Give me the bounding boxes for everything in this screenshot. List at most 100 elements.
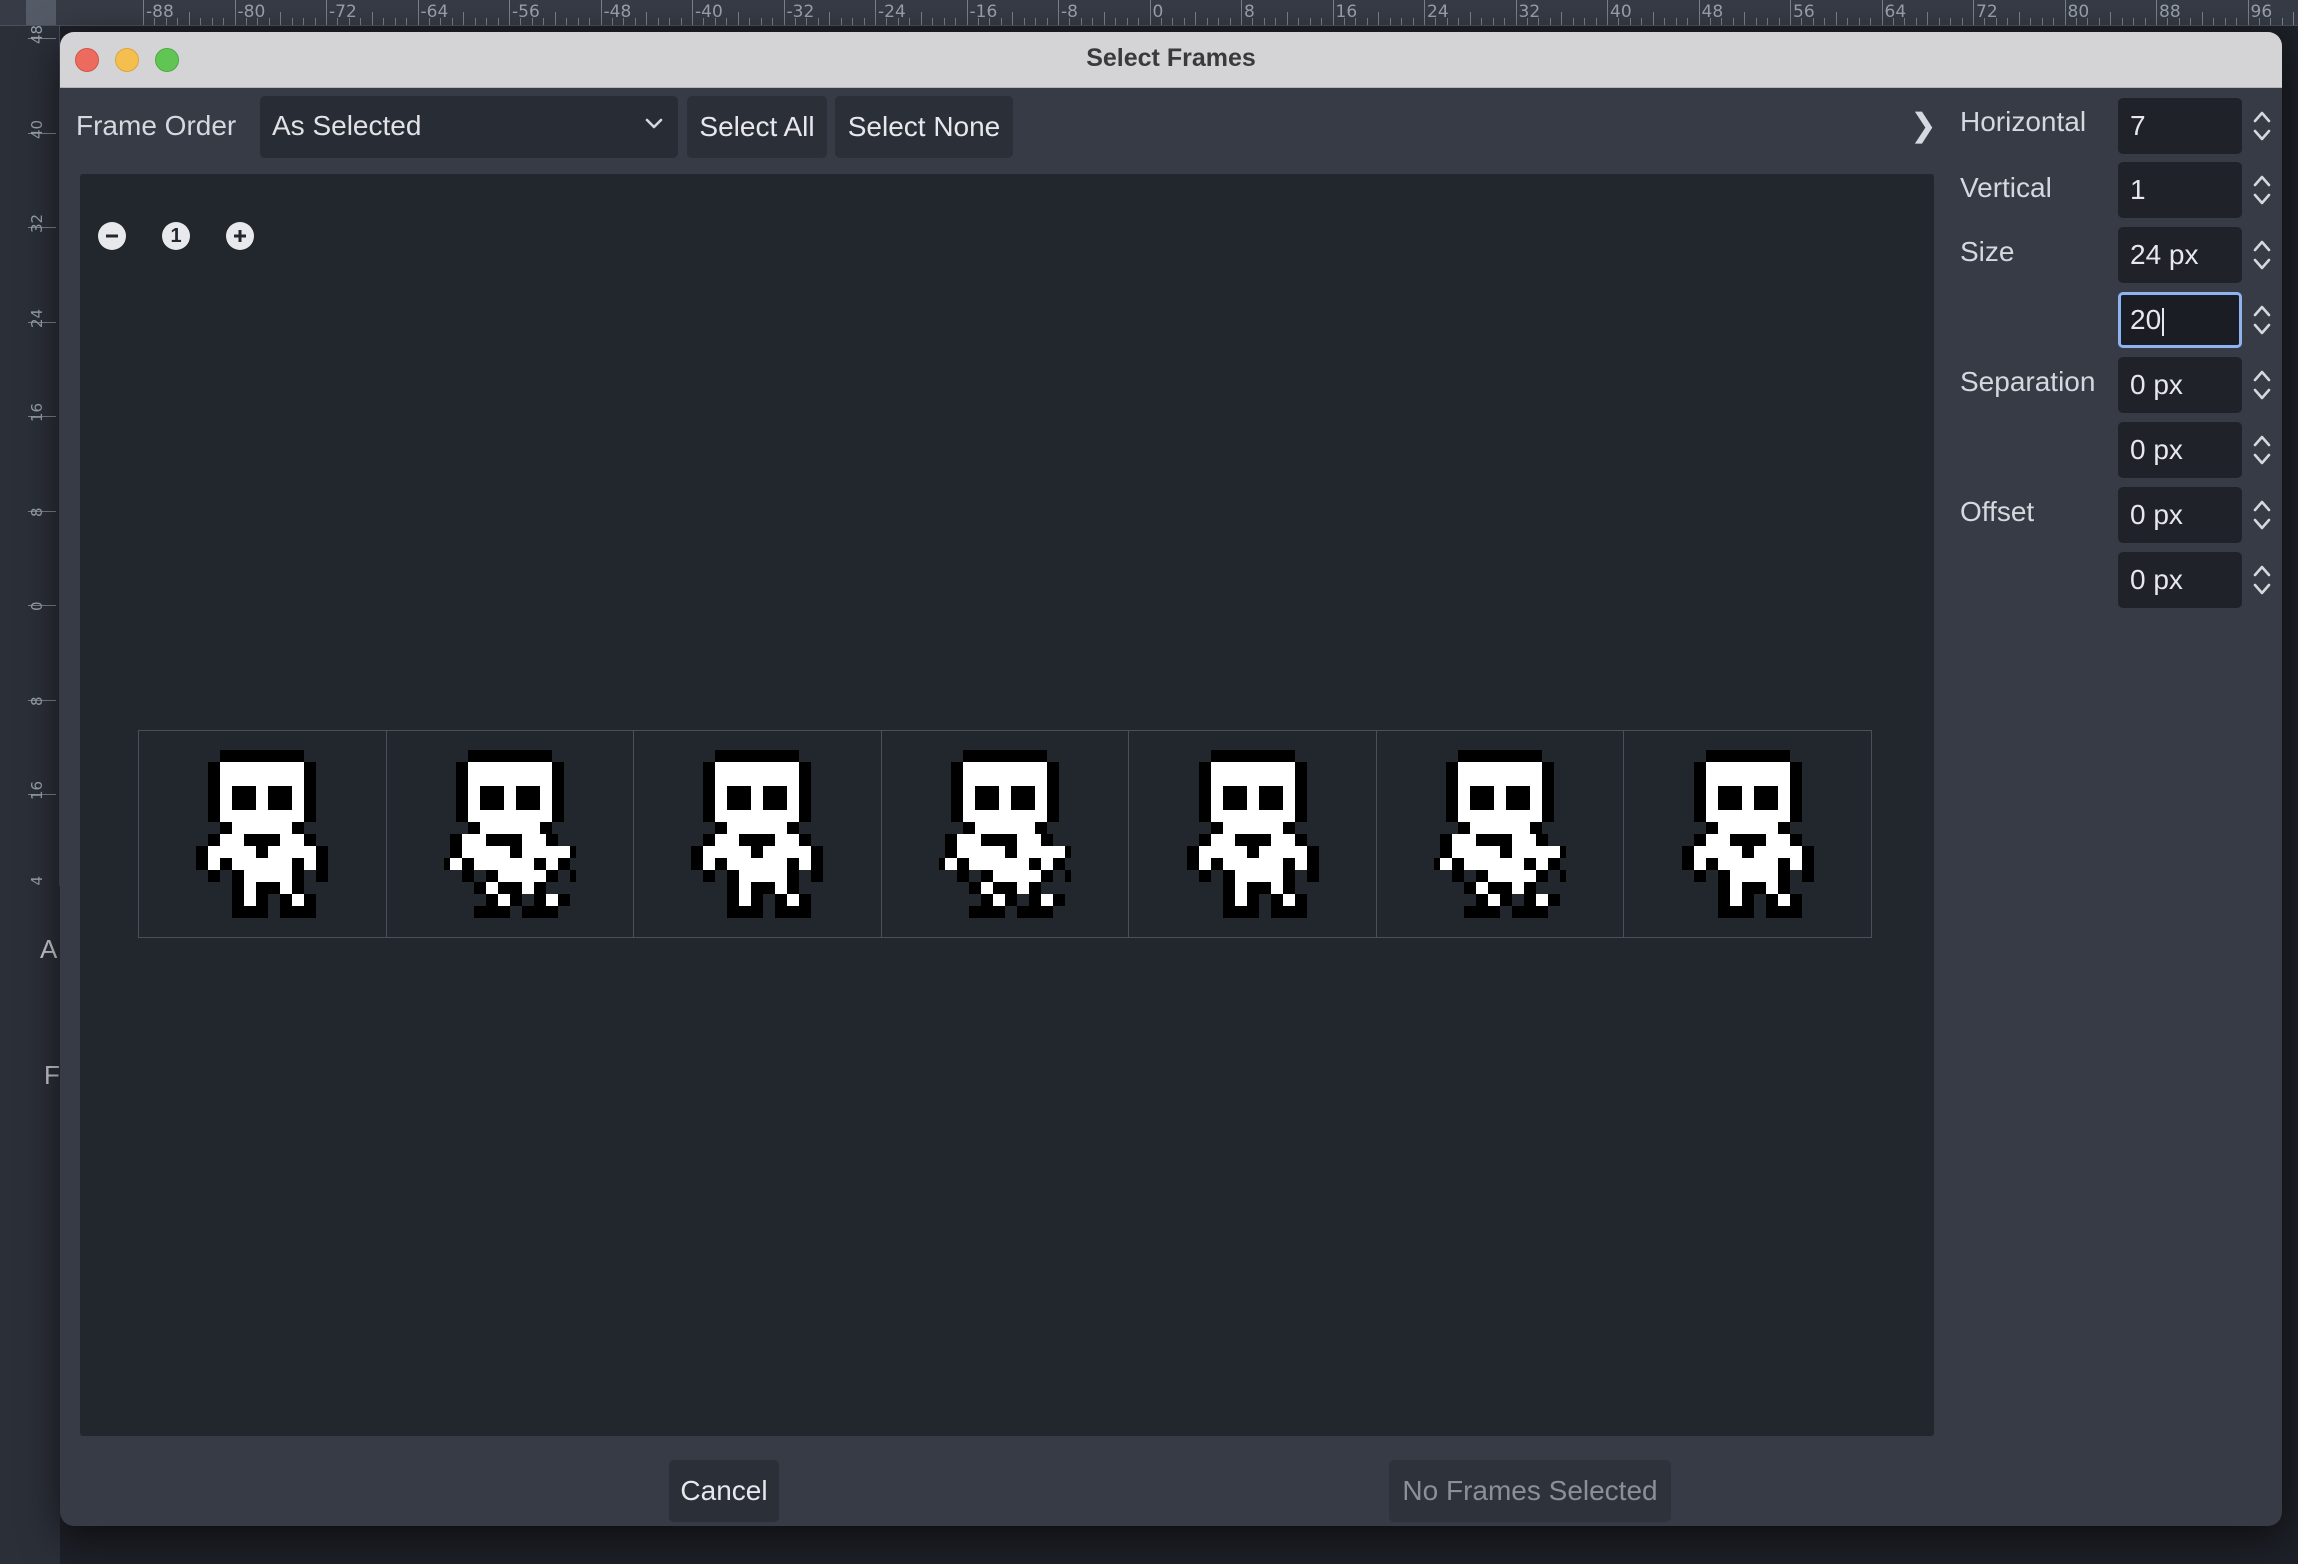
ruler-tick <box>234 0 236 25</box>
ruler-minor-tick <box>2053 18 2055 25</box>
ruler-tick <box>1515 0 1517 25</box>
ruler-minor-tick <box>463 12 465 25</box>
horizontal-label: Horizontal <box>1960 106 2087 137</box>
ruler-label: 96 <box>2250 2 2273 22</box>
size-y-spinbox[interactable]: 20 <box>2118 292 2242 348</box>
skeleton-sprite <box>1681 750 1814 918</box>
vertical-spinbox[interactable]: 1 <box>2118 162 2242 218</box>
spin-arrows-icon[interactable] <box>2250 365 2274 405</box>
cancel-button[interactable]: Cancel <box>669 1460 779 1522</box>
ruler-label: 8 <box>28 695 46 706</box>
separation-y-spinbox[interactable]: 0 px <box>2118 422 2242 478</box>
ruler-minor-tick <box>314 18 316 25</box>
offset-y-spinbox[interactable]: 0 px <box>2118 552 2242 608</box>
background-letter-f: F <box>44 1060 60 1090</box>
select-all-button[interactable]: Select All <box>687 96 827 158</box>
ruler-minor-tick <box>829 12 831 25</box>
ruler-minor-tick <box>2007 18 2009 25</box>
ruler-minor-tick <box>554 12 556 25</box>
sprite-frame[interactable] <box>1377 731 1625 937</box>
ruler-minor-tick <box>1275 18 1277 25</box>
title-bar: Select Frames <box>60 32 2282 88</box>
ruler-minor-tick <box>188 12 190 25</box>
select-none-button[interactable]: Select None <box>835 96 1013 158</box>
ruler-minor-tick <box>1767 18 1769 25</box>
ruler-tick <box>2247 0 2249 25</box>
ruler-label: -32 <box>786 2 815 22</box>
zoom-reset-button[interactable]: 1 <box>162 222 190 250</box>
chevron-down-icon <box>645 118 663 129</box>
ruler-minor-tick <box>1195 12 1197 25</box>
ruler-minor-tick <box>371 12 373 25</box>
ruler-label: 24 <box>1427 2 1449 22</box>
collapse-panel-chevron-icon[interactable]: ❯ <box>1910 106 1937 144</box>
sprite-frame[interactable] <box>1129 731 1377 937</box>
ruler-minor-tick <box>177 18 179 25</box>
sprite-frame[interactable] <box>882 731 1130 937</box>
ruler-minor-tick <box>2144 18 2146 25</box>
ruler-label: 16 <box>28 780 46 800</box>
ruler-corner <box>26 0 56 25</box>
ruler-minor-tick <box>1961 18 1963 25</box>
ruler-tick <box>1149 0 1151 25</box>
sprite-sheet-preview[interactable]: 1 <box>80 174 1934 1436</box>
window-title: Select Frames <box>1086 44 1256 72</box>
horizontal-ruler: -88 -80 -72 -64 -56 -48 -40 -32 -24 -16 -8 0 8 16 24 32… <box>0 0 2298 26</box>
ruler-minor-tick <box>1138 18 1140 25</box>
ruler-tick <box>783 0 785 25</box>
horizontal-spinbox[interactable]: 7 <box>2118 98 2242 154</box>
ruler-label: -40 <box>695 2 723 22</box>
ruler-minor-tick <box>1229 18 1231 25</box>
ruler-minor-tick <box>1870 18 1872 25</box>
ruler-minor-tick <box>303 18 305 25</box>
ruler-minor-tick <box>200 18 202 25</box>
separation-x-spinbox[interactable]: 0 px <box>2118 357 2242 413</box>
background-letter-a: A <box>40 934 58 964</box>
sprite-frame[interactable] <box>387 731 635 937</box>
spin-arrows-icon[interactable] <box>2250 106 2274 146</box>
ruler-minor-tick <box>1664 18 1666 25</box>
offset-x-spinbox[interactable]: 0 px <box>2118 487 2242 543</box>
sprite-frame[interactable] <box>1624 731 1871 937</box>
ruler-minor-tick <box>1950 18 1952 25</box>
ruler-minor-tick <box>1858 18 1860 25</box>
ruler-minor-tick <box>1012 12 1014 25</box>
size-label: Size <box>1960 236 2015 267</box>
spin-arrows-icon[interactable] <box>2250 170 2274 210</box>
zoom-out-icon[interactable] <box>98 222 126 250</box>
ruler-minor-tick <box>1389 18 1391 25</box>
ruler-minor-tick <box>486 18 488 25</box>
sprite-frame[interactable] <box>139 731 387 937</box>
spin-arrows-icon[interactable] <box>2250 235 2274 275</box>
ruler-label: 48 <box>1701 2 1724 22</box>
ruler-minor-tick <box>669 18 671 25</box>
frame-order-dropdown[interactable]: As Selected <box>260 96 678 158</box>
ruler-minor-tick <box>760 18 762 25</box>
ruler-tick <box>1424 0 1425 25</box>
sprite-sheet-grid <box>138 730 1872 938</box>
size-x-spinbox[interactable]: 24 px <box>2118 227 2242 283</box>
ruler-minor-tick <box>932 18 934 25</box>
spin-arrows-icon[interactable] <box>2250 495 2274 535</box>
zoom-in-icon[interactable] <box>226 222 254 250</box>
sprite-frame[interactable] <box>634 731 882 937</box>
ruler-label: 8 <box>1244 2 1255 22</box>
ruler-minor-tick <box>577 18 579 25</box>
ruler-minor-tick <box>1481 18 1483 25</box>
ruler-label: -88 <box>146 2 174 22</box>
ruler-label: -16 <box>969 2 998 22</box>
select-frames-dialog: Select Frames Frame Order As Selected Se… <box>60 32 2282 1526</box>
ruler-label: -56 <box>512 2 540 22</box>
spin-arrows-icon[interactable] <box>2250 560 2274 600</box>
ruler-minor-tick <box>406 18 408 25</box>
ruler-minor-tick <box>1744 12 1746 25</box>
ruler-minor-tick <box>1687 18 1689 25</box>
ruler-tick <box>1241 0 1242 25</box>
ruler-minor-tick <box>772 18 774 25</box>
ruler-minor-tick <box>1492 18 1494 25</box>
spin-arrows-icon[interactable] <box>2250 430 2274 470</box>
ruler-minor-tick <box>1927 12 1929 25</box>
skeleton-sprite <box>1434 750 1567 918</box>
ruler-minor-tick <box>1938 18 1940 25</box>
spin-arrows-icon[interactable] <box>2250 300 2274 340</box>
